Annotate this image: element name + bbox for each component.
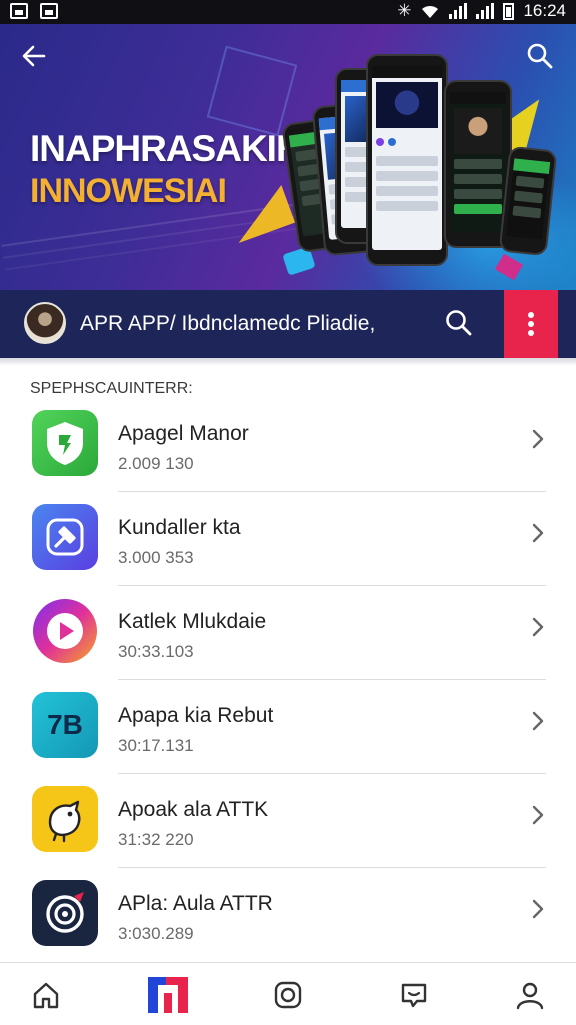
section-label: SPEPHSCAUINTERR: — [30, 380, 193, 397]
search-button[interactable] — [526, 42, 558, 74]
search-icon — [446, 310, 472, 336]
signal-icon-2 — [476, 3, 495, 19]
chevron-right-icon — [532, 617, 544, 637]
status-time: 16:24 — [523, 1, 566, 20]
profile-bar: APR APP/ Ibdnclamedc Pliadie, — [0, 290, 576, 358]
chevron-right-icon — [532, 523, 544, 543]
back-arrow-icon — [22, 45, 46, 67]
app-name: Apoak ala ATTK — [118, 798, 269, 821]
back-button[interactable] — [20, 42, 52, 74]
hammer-app-icon — [32, 504, 98, 570]
profile-icon — [516, 982, 544, 1010]
app-name: Katlek Mlukdaie — [118, 610, 267, 633]
shield-app-icon — [32, 410, 98, 476]
store-icon — [148, 977, 188, 1013]
list-item[interactable]: 7B Apapa kia Rebut 30:17.131 — [0, 680, 576, 774]
image-icon — [40, 3, 58, 19]
list-item[interactable]: Kundaller kta 3.000 353 — [0, 492, 576, 586]
list-item[interactable]: Katlek Mlukdaie 30:33.103 — [0, 586, 576, 680]
gallery-icon — [10, 3, 28, 19]
app-list: Apagel Manor 2.009 130 Kundaller kta 3.0… — [0, 398, 576, 962]
hero-title: INAPHRASAKIH — [30, 128, 303, 169]
hero-subtitle: INNOWESIAI — [30, 172, 227, 210]
bottom-nav — [0, 962, 576, 1025]
camera-icon — [274, 981, 302, 1009]
bird-app-icon — [32, 786, 98, 852]
battery-icon — [503, 2, 515, 20]
app-meta: 3:030.289 — [118, 924, 194, 943]
profile-search-button[interactable] — [444, 308, 476, 340]
nav-camera[interactable] — [268, 977, 308, 1013]
app-name: Apagel Manor — [118, 422, 249, 445]
hero-banner: INAPHRASAKIH INNOWESIAI — [0, 24, 576, 290]
play-app-icon — [32, 598, 98, 664]
wifi-icon — [422, 5, 439, 19]
chevron-right-icon — [532, 899, 544, 919]
app-meta: 30:17.131 — [118, 736, 194, 755]
app-meta: 30:33.103 — [118, 642, 194, 661]
more-menu-button[interactable] — [504, 290, 558, 358]
profile-title: APR APP/ Ibdnclamedc Pliadie, — [80, 312, 376, 335]
app-meta: 31:32 220 — [118, 830, 194, 849]
avatar[interactable] — [24, 302, 66, 344]
decor-shape — [224, 184, 296, 244]
nav-home[interactable] — [26, 977, 66, 1013]
search-icon — [527, 43, 553, 69]
7b-app-icon: 7B — [32, 692, 98, 758]
nav-profile[interactable] — [510, 977, 550, 1013]
chevron-right-icon — [532, 805, 544, 825]
more-vert-icon — [528, 312, 534, 318]
status-bar: ✳ 16:24 — [0, 0, 576, 24]
app-name: Kundaller kta — [118, 516, 241, 539]
app-name: Apapa kia Rebut — [118, 704, 274, 727]
list-item[interactable]: APla: Aula ATTR 3:030.289 — [0, 868, 576, 962]
app-icon-text: 7B — [47, 709, 83, 740]
nav-chat[interactable] — [394, 977, 434, 1013]
list-item[interactable]: Apoak ala ATTK 31:32 220 — [0, 774, 576, 868]
app-name: APla: Aula ATTR — [118, 892, 273, 915]
app-meta: 3.000 353 — [118, 548, 194, 567]
chevron-right-icon — [532, 429, 544, 449]
nav-store[interactable] — [148, 977, 188, 1013]
chevron-right-icon — [532, 711, 544, 731]
spiral-app-icon — [32, 880, 98, 946]
bluetooth-icon: ✳ — [397, 1, 412, 20]
app-meta: 2.009 130 — [118, 454, 194, 473]
list-item[interactable]: Apagel Manor 2.009 130 — [0, 398, 576, 492]
signal-icon — [449, 3, 468, 19]
chat-icon — [401, 983, 427, 1008]
phone-mockup — [366, 54, 448, 266]
home-icon — [33, 982, 59, 1009]
